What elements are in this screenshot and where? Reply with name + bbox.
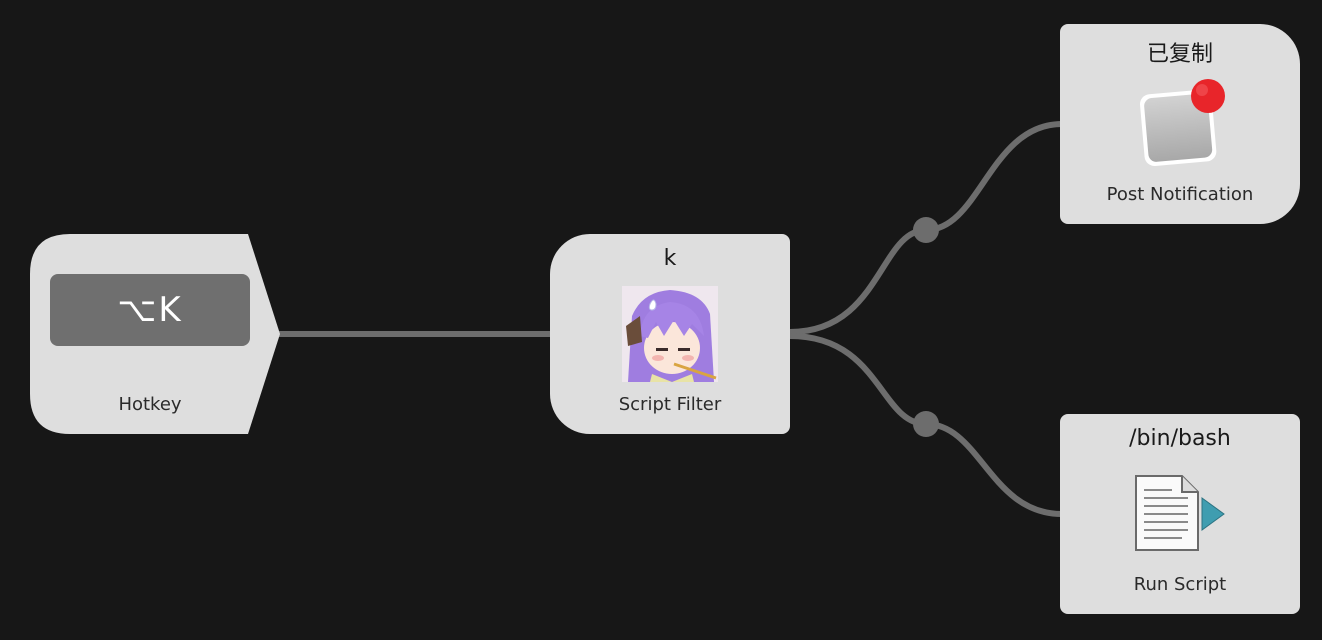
- hotkey-key-display: ⌥K: [50, 274, 250, 346]
- post-notification-label: Post Notification: [1106, 184, 1254, 205]
- run-script-label: Run Script: [1133, 574, 1227, 595]
- post-notification-node[interactable]: 已复制 Post Notification: [1060, 24, 1300, 224]
- notification-badge-icon: [1132, 78, 1228, 172]
- run-script-language: /bin/bash: [1129, 426, 1231, 451]
- hotkey-node[interactable]: ⌥K Hotkey: [30, 234, 280, 434]
- connector-junction-bottom[interactable]: [913, 411, 939, 437]
- notification-title: 已复制: [1146, 42, 1213, 67]
- script-filter-node[interactable]: k Script Filter: [550, 234, 790, 434]
- script-filter-keyword: k: [663, 246, 677, 271]
- script-filter-label: Script Filter: [618, 394, 722, 415]
- run-script-node[interactable]: /bin/bash Run Script: [1060, 414, 1300, 614]
- hotkey-label: Hotkey: [118, 394, 182, 415]
- connector-junction-top[interactable]: [913, 217, 939, 243]
- script-document-icon: [1132, 474, 1228, 558]
- anime-girl-avatar-icon: [622, 286, 718, 386]
